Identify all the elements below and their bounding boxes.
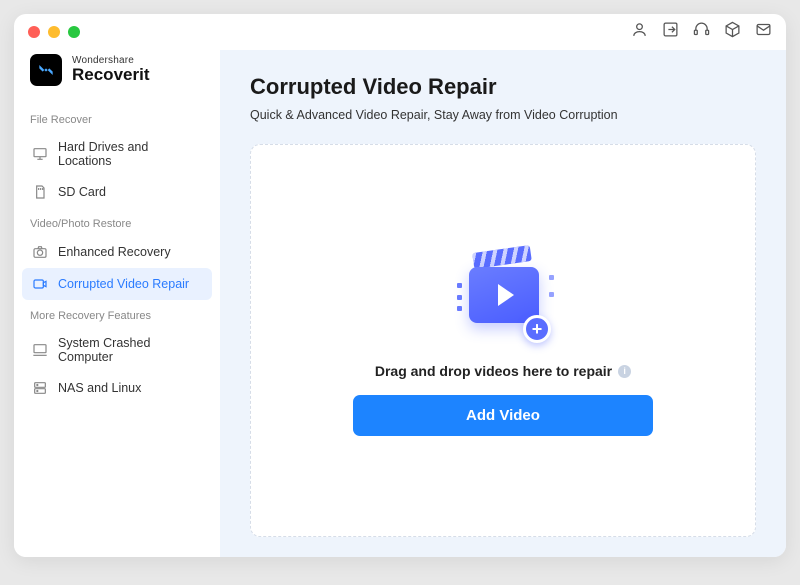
sidebar-item-corrupted-video-repair[interactable]: Corrupted Video Repair [22,268,212,300]
mail-icon[interactable] [755,21,772,43]
maximize-window-button[interactable] [68,26,80,38]
monitor-icon [32,146,48,162]
sidebar-item-label: Corrupted Video Repair [58,277,189,291]
header-actions [631,21,772,43]
desktop-icon [32,342,48,358]
sidebar-item-label: System Crashed Computer [58,336,202,364]
sidebar-item-nas-linux[interactable]: NAS and Linux [22,372,212,404]
sidebar-item-enhanced-recovery[interactable]: Enhanced Recovery [22,236,212,268]
package-icon[interactable] [724,21,741,43]
page-subtitle: Quick & Advanced Video Repair, Stay Away… [250,108,756,122]
repair-icon [32,276,48,292]
brand-big-text: Recoverit [72,66,149,84]
server-icon [32,380,48,396]
sidebar-item-system-crashed[interactable]: System Crashed Computer [22,328,212,372]
sidebar-item-label: NAS and Linux [58,381,141,395]
sidebar-section-label: More Recovery Features [22,300,212,328]
add-video-button[interactable]: Add Video [353,395,653,436]
main-panel: Corrupted Video Repair Quick & Advanced … [220,50,786,557]
sidebar-section-label: File Recover [22,104,212,132]
dropzone-text: Drag and drop videos here to repair i [375,363,631,379]
dropzone-label: Drag and drop videos here to repair [375,363,612,379]
sdcard-icon [32,184,48,200]
support-icon[interactable] [693,21,710,43]
sidebar-section-label: Video/Photo Restore [22,208,212,236]
sidebar-item-label: SD Card [58,185,106,199]
sidebar-item-sd-card[interactable]: SD Card [22,176,212,208]
import-icon[interactable] [662,21,679,43]
sidebar-item-label: Enhanced Recovery [58,245,171,259]
info-icon[interactable]: i [618,365,631,378]
window-controls [28,26,80,38]
titlebar [14,14,786,50]
video-dropzone[interactable]: + Drag and drop videos here to repair i … [250,144,756,537]
brand-logo-icon [30,54,62,86]
minimize-window-button[interactable] [48,26,60,38]
sidebar-item-hard-drives[interactable]: Hard Drives and Locations [22,132,212,176]
account-icon[interactable] [631,21,648,43]
camera-icon [32,244,48,260]
close-window-button[interactable] [28,26,40,38]
page-title: Corrupted Video Repair [250,74,756,100]
sidebar: Wondershare Recoverit File Recover Hard D… [14,50,220,557]
sidebar-item-label: Hard Drives and Locations [58,140,202,168]
brand: Wondershare Recoverit [22,50,212,104]
video-repair-illustration-icon: + [443,245,563,345]
app-window: Wondershare Recoverit File Recover Hard D… [14,14,786,557]
